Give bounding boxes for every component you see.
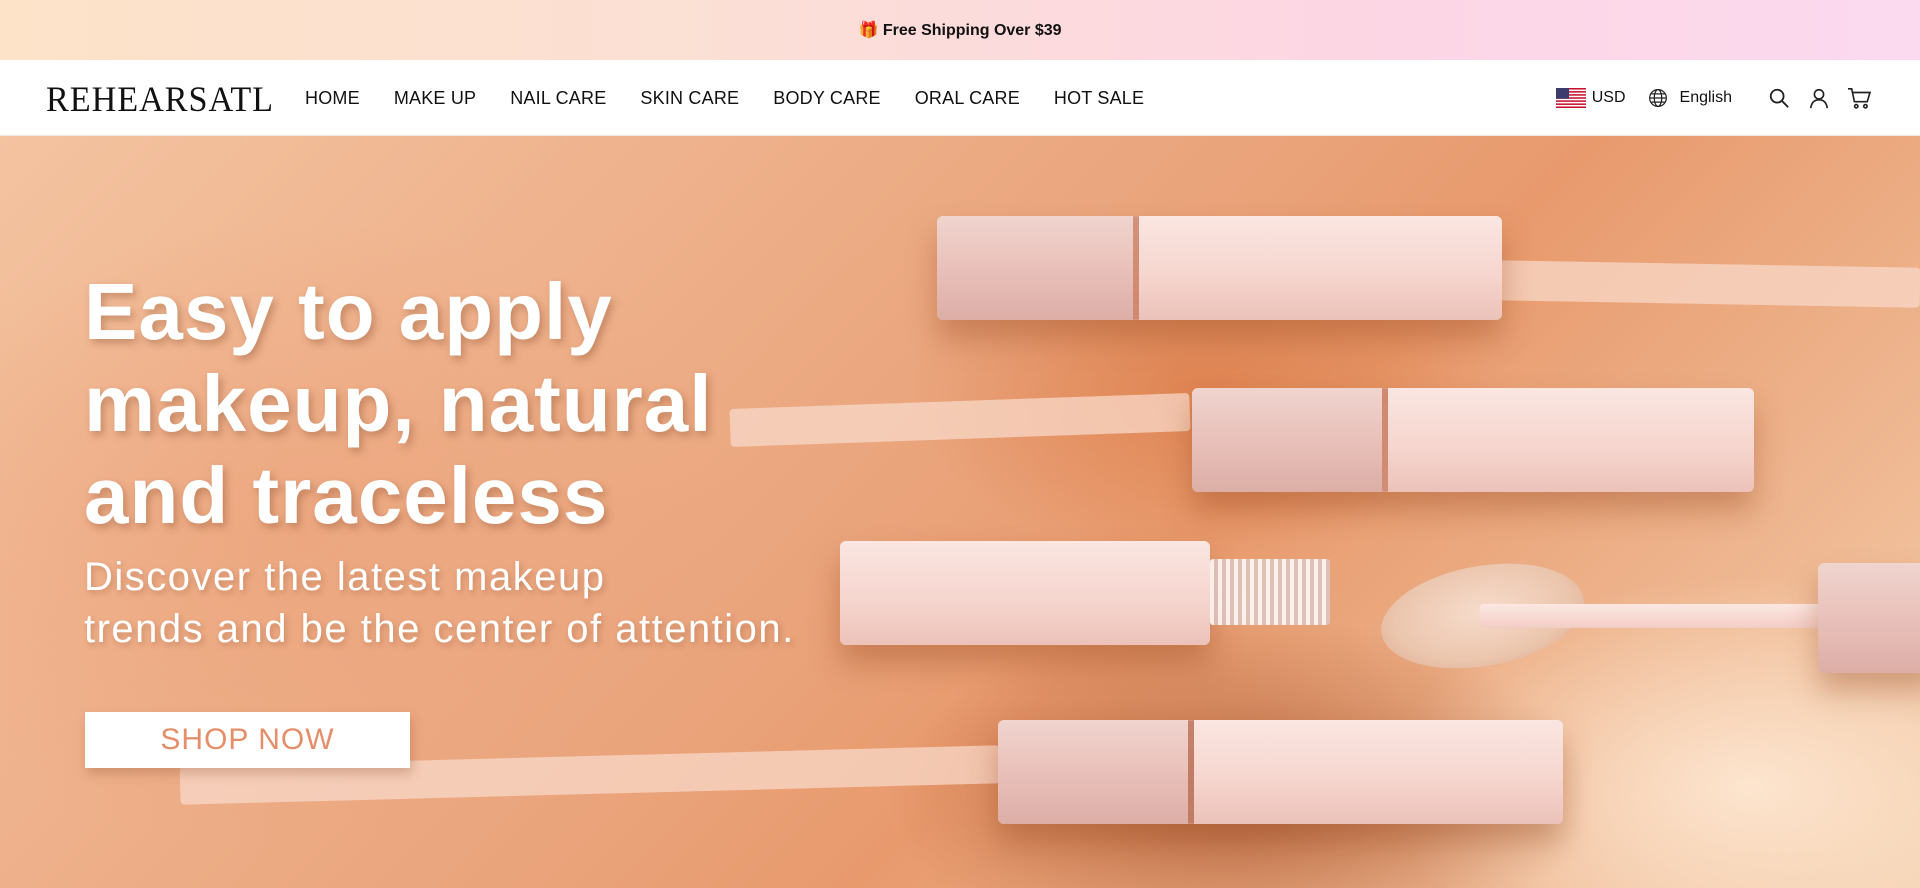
site-header: REHEARSATL HOME MAKE UP NAIL CARE SKIN C… [0, 60, 1920, 136]
main-nav: HOME MAKE UP NAIL CARE SKIN CARE BODY CA… [305, 60, 1178, 136]
hero-subheading-line: Discover the latest makeup [84, 555, 606, 599]
cart-icon [1848, 88, 1871, 109]
hero-subheading: Discover the latest makeup trends and be… [84, 551, 904, 655]
announcement-bar: 🎁 Free Shipping Over $39 [0, 0, 1920, 60]
search-button[interactable] [1766, 85, 1792, 111]
hero-subheading-line: trends and be the center of attention. [84, 607, 795, 651]
currency-selector[interactable]: USD [1555, 88, 1626, 108]
hero-headline: Easy to apply makeup, natural and tracel… [84, 266, 844, 542]
hero-headline-line: Easy to apply [84, 267, 613, 356]
us-flag-icon [1555, 88, 1586, 108]
nav-item-oral-care[interactable]: ORAL CARE [915, 88, 1020, 109]
language-selector[interactable]: English [1648, 88, 1732, 108]
hero-headline-line: makeup, natural [84, 359, 713, 448]
nav-item-hot-sale[interactable]: HOT SALE [1054, 88, 1144, 109]
concealer-tube [998, 720, 1563, 824]
hero-banner: Easy to apply makeup, natural and tracel… [0, 136, 1920, 888]
header-utilities: USD English [1555, 60, 1872, 136]
nav-item-home[interactable]: HOME [305, 88, 360, 109]
globe-icon [1648, 89, 1667, 107]
nav-item-body-care[interactable]: BODY CARE [773, 88, 881, 109]
account-button[interactable] [1806, 85, 1832, 111]
account-icon [1809, 88, 1829, 109]
brand-logo[interactable]: REHEARSATL [46, 78, 274, 120]
nav-item-make-up[interactable]: MAKE UP [394, 88, 476, 109]
announcement-text: 🎁 Free Shipping Over $39 [858, 22, 1062, 39]
nav-item-nail-care[interactable]: NAIL CARE [510, 88, 606, 109]
currency-label: USD [1591, 89, 1626, 106]
language-label: English [1679, 89, 1732, 106]
applicator-wand [1480, 604, 1830, 628]
product-swatch [1494, 260, 1920, 308]
cart-button[interactable] [1846, 85, 1872, 111]
nav-item-skin-care[interactable]: SKIN CARE [640, 88, 739, 109]
shop-now-button[interactable]: SHOP NOW [85, 712, 410, 768]
concealer-tube [937, 216, 1502, 320]
tube-threads [1210, 559, 1330, 625]
search-icon [1769, 88, 1789, 108]
concealer-tube [1818, 563, 1920, 673]
concealer-tube [1192, 388, 1754, 492]
hero-headline-line: and traceless [84, 451, 609, 540]
